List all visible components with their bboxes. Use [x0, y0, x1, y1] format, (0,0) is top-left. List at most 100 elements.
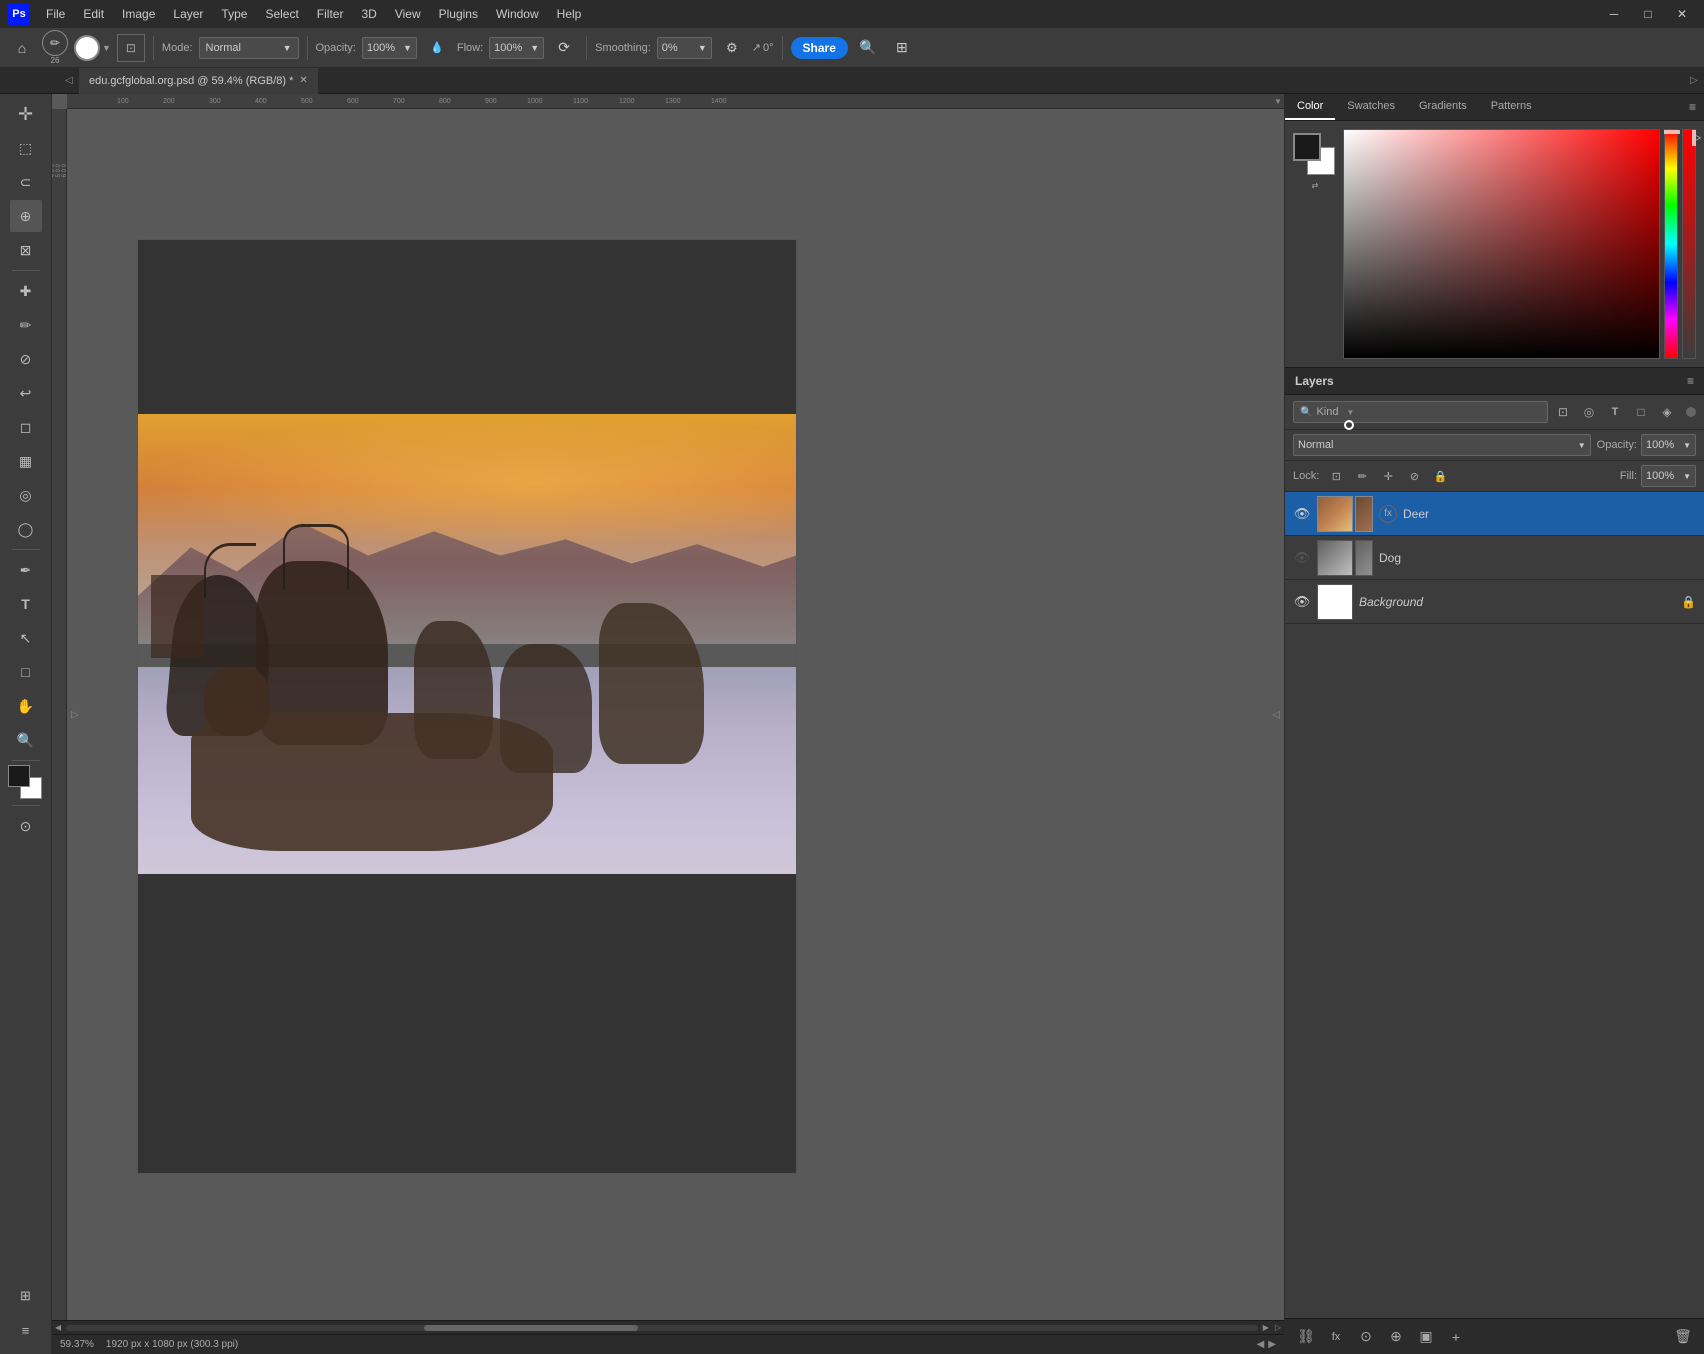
dodge-tool-button[interactable]: ◯	[10, 513, 42, 545]
opacity-control[interactable]: 100%▼	[362, 37, 417, 59]
canvas-viewport[interactable]: ◁ ▷	[67, 109, 1284, 1320]
filter-shape-icon[interactable]: □	[1630, 401, 1652, 423]
status-arrow-right[interactable]: ▶	[1268, 1339, 1276, 1350]
menu-filter[interactable]: Filter	[309, 5, 352, 23]
frame-button[interactable]: ⊞	[10, 1280, 42, 1312]
layer-search-box[interactable]: 🔍 Kind ▼	[1293, 401, 1548, 423]
layer-visibility-dog[interactable]: 👁	[1293, 549, 1311, 567]
foreground-color-chip[interactable]	[8, 765, 30, 787]
history-brush-button[interactable]: ↩	[10, 377, 42, 409]
horizontal-scroll-thumb[interactable]	[424, 1325, 638, 1331]
tab-scroll-left[interactable]: ◁	[65, 75, 79, 86]
filter-toggle-dot[interactable]	[1686, 407, 1696, 417]
lasso-tool-button[interactable]: ⊂	[10, 166, 42, 198]
menu-layer[interactable]: Layer	[165, 5, 211, 23]
brush-preview[interactable]	[74, 35, 100, 61]
lock-pixels-button[interactable]: ⊡	[1325, 465, 1347, 487]
window-maximize-button[interactable]: □	[1634, 0, 1662, 28]
heal-tool-button[interactable]: ✚	[10, 275, 42, 307]
timeline-expand[interactable]: ▷	[1272, 1323, 1284, 1332]
angle-control[interactable]: ↗ 0°	[752, 41, 774, 54]
horizontal-scrollbar[interactable]: ◀ ▶ ▷	[52, 1320, 1284, 1334]
panel-collapse-right[interactable]: ▷	[1690, 75, 1704, 86]
doc-tab-close[interactable]: ✕	[299, 75, 307, 86]
filter-smart-icon[interactable]: ◈	[1656, 401, 1678, 423]
flow-control[interactable]: 100%▼	[489, 37, 544, 59]
zoom-tool-button[interactable]: 🔍	[10, 724, 42, 756]
lock-artboard-button[interactable]: ⊘	[1403, 465, 1425, 487]
layer-row-dog[interactable]: 👁 Dog	[1285, 536, 1704, 580]
gradient-tool-button[interactable]: ▦	[10, 445, 42, 477]
move-tool-button[interactable]: ✛	[10, 98, 42, 130]
hue-slider[interactable]	[1664, 129, 1678, 359]
menu-help[interactable]: Help	[549, 5, 590, 23]
window-close-button[interactable]: ✕	[1668, 0, 1696, 28]
menu-plugins[interactable]: Plugins	[431, 5, 486, 23]
tab-color[interactable]: Color	[1285, 94, 1335, 120]
workspace-button[interactable]: ⊞	[888, 34, 916, 62]
add-mask-button[interactable]: ⊙	[1353, 1324, 1379, 1350]
hand-tool-button[interactable]: ✋	[10, 690, 42, 722]
new-layer-button[interactable]: +	[1443, 1324, 1469, 1350]
filter-type-icon[interactable]: T	[1604, 401, 1626, 423]
menu-type[interactable]: Type	[213, 5, 255, 23]
airbrush-toggle[interactable]: 💧	[423, 34, 451, 62]
layer-row-background[interactable]: 👁 Background 🔒	[1285, 580, 1704, 624]
share-button[interactable]: Share	[791, 37, 848, 59]
eyedropper-tool-button[interactable]: ⊠	[10, 234, 42, 266]
scroll-right-arrow[interactable]: ▶	[1260, 1323, 1272, 1332]
horizontal-scroll-track[interactable]	[66, 1325, 1258, 1331]
adjustment-layer-button[interactable]: ⊕	[1383, 1324, 1409, 1350]
right-panel-collapse[interactable]: ◁	[1268, 705, 1284, 724]
swap-colors-icon[interactable]: ⇄	[1293, 181, 1337, 190]
canvas-document[interactable]	[137, 239, 797, 1174]
smoothing-settings[interactable]: ⚙	[718, 34, 746, 62]
lock-paint-button[interactable]: ✏	[1351, 465, 1373, 487]
shape-tool-button[interactable]: □	[10, 656, 42, 688]
extra-tools-button[interactable]: ≡	[10, 1314, 42, 1346]
filter-dropdown-arrow[interactable]: ▼	[1346, 408, 1354, 417]
layer-fill-value[interactable]: 100% ▼	[1641, 465, 1696, 487]
menu-image[interactable]: Image	[114, 5, 163, 23]
mode-dropdown[interactable]: Normal▼	[199, 37, 299, 59]
menu-view[interactable]: View	[387, 5, 429, 23]
quick-mask-button[interactable]: ⊙	[10, 810, 42, 842]
color-spectrum-picker[interactable]	[1343, 129, 1660, 359]
brush-tool-left[interactable]: ✏	[10, 309, 42, 341]
filter-pixel-icon[interactable]: ⊡	[1552, 401, 1574, 423]
status-arrow-left[interactable]: ◀	[1257, 1339, 1265, 1350]
blur-tool-button[interactable]: ◎	[10, 479, 42, 511]
menu-select[interactable]: Select	[257, 5, 306, 23]
layer-fx-badge-deer[interactable]: fx	[1379, 505, 1397, 523]
tab-patterns[interactable]: Patterns	[1479, 94, 1544, 120]
tab-gradients[interactable]: Gradients	[1407, 94, 1479, 120]
opacity-slider[interactable]: ▷	[1682, 129, 1696, 359]
clone-tool-button[interactable]: ⊘	[10, 343, 42, 375]
menu-3d[interactable]: 3D	[353, 5, 384, 23]
left-panel-collapse[interactable]: ▷	[67, 705, 83, 724]
color-panel-menu-icon[interactable]: ≡	[1681, 94, 1704, 120]
eraser-tool-button[interactable]: ◻	[10, 411, 42, 443]
brush-settings-icon[interactable]: ⊡	[117, 34, 145, 62]
select-tool-button[interactable]: ⬚	[10, 132, 42, 164]
group-layers-button[interactable]: ▣	[1413, 1324, 1439, 1350]
layers-panel-menu-icon[interactable]: ≡	[1687, 374, 1694, 388]
window-minimize-button[interactable]: ─	[1600, 0, 1628, 28]
home-button[interactable]: ⌂	[8, 34, 36, 62]
layer-visibility-background[interactable]: 👁	[1293, 593, 1311, 611]
menu-file[interactable]: File	[38, 5, 73, 23]
pen-tool-button[interactable]: ✒	[10, 554, 42, 586]
layer-opacity-value[interactable]: 100% ▼	[1641, 434, 1696, 456]
flow-icon[interactable]: ⟳	[550, 34, 578, 62]
link-layers-button[interactable]: ⛓	[1293, 1324, 1319, 1350]
filter-adjustment-icon[interactable]: ◎	[1578, 401, 1600, 423]
layer-blend-mode-dropdown[interactable]: Normal ▼	[1293, 434, 1591, 456]
lock-position-button[interactable]: ✛	[1377, 465, 1399, 487]
path-select-button[interactable]: ↖	[10, 622, 42, 654]
crop-tool-button[interactable]: ⊕	[10, 200, 42, 232]
lock-all-button[interactable]: 🔒	[1429, 465, 1451, 487]
layer-style-button[interactable]: fx	[1323, 1324, 1349, 1350]
menu-edit[interactable]: Edit	[75, 5, 112, 23]
tab-swatches[interactable]: Swatches	[1335, 94, 1407, 120]
layer-row-deer[interactable]: 👁 fx Deer	[1285, 492, 1704, 536]
